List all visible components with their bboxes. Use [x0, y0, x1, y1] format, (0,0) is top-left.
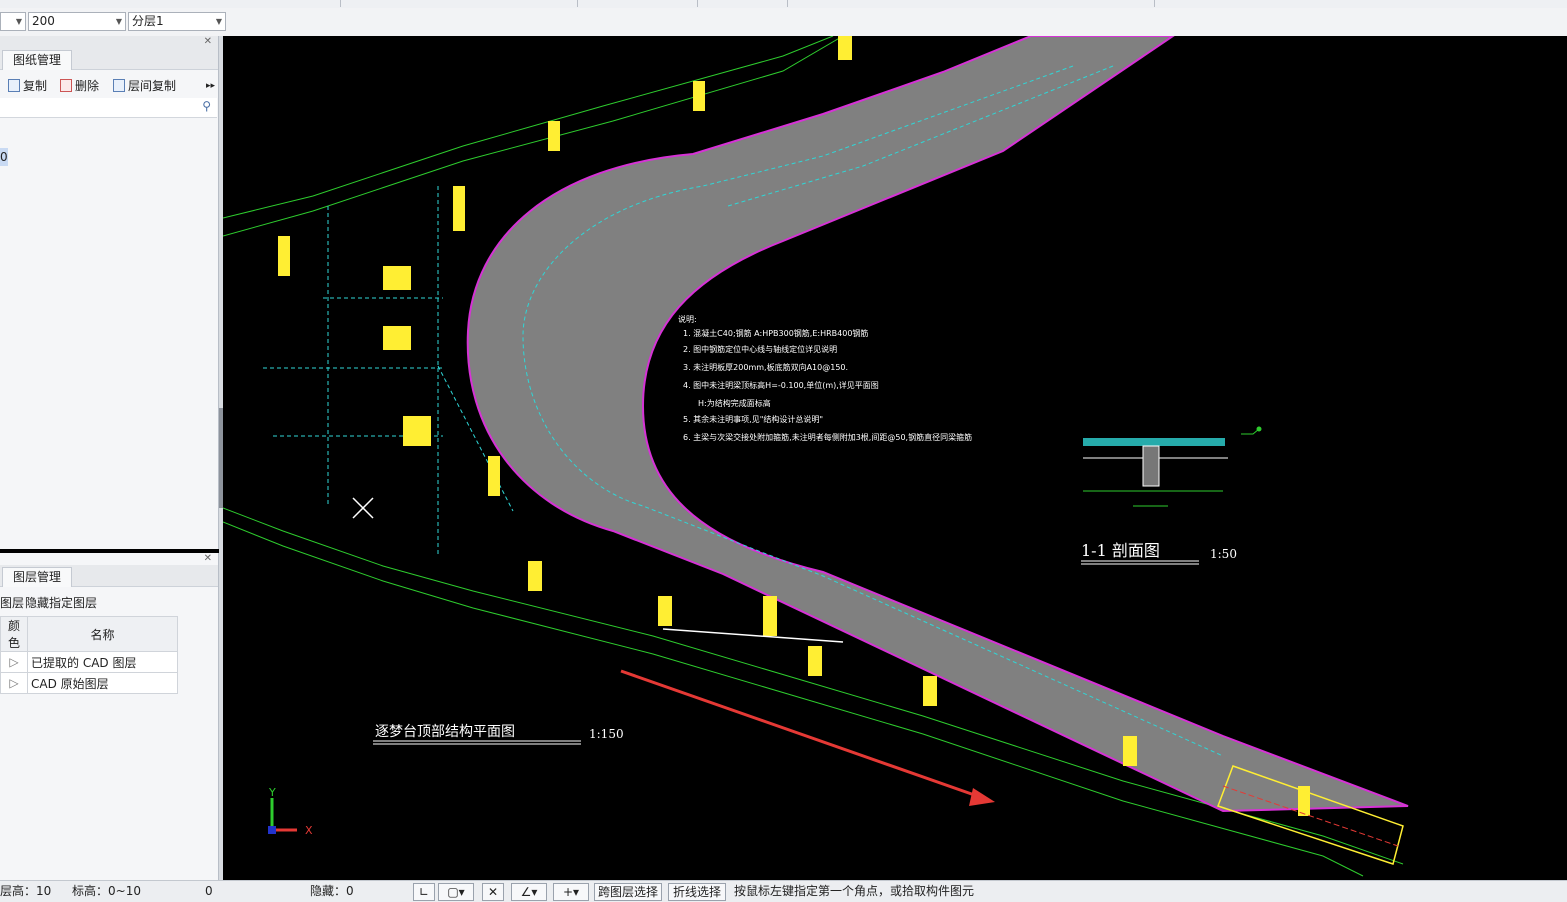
- command-hint: 按鼠标左键指定第一个角点，或拾取构件图元: [734, 884, 975, 898]
- expand-icon[interactable]: ▷: [0, 672, 28, 694]
- cross-icon[interactable]: ✕: [482, 883, 504, 901]
- plan-title-block: 逐梦台顶部结构平面图 1:150: [373, 724, 624, 745]
- layer-table: 颜色 名称 ▷ 已提取的 CAD 图层 ▷ CAD 原始图层: [0, 616, 178, 694]
- chevron-down-icon: ▼: [15, 17, 22, 26]
- floor-copy-icon: [113, 79, 125, 92]
- chevron-down-icon: ▼: [215, 17, 222, 26]
- tab-drawing-management[interactable]: 图纸管理: [2, 50, 73, 70]
- floor-height: 层高：10: [0, 884, 52, 898]
- copy-icon: [8, 79, 20, 92]
- general-notes: 说明: 1. 混凝土C40;钢筋 A:HPB300钢筋,E:HRB400钢筋 2…: [678, 314, 972, 442]
- cad-canvas[interactable]: 说明: 1. 混凝土C40;钢筋 A:HPB300钢筋,E:HRB400钢筋 2…: [223, 36, 1567, 880]
- copy-button[interactable]: 复制: [8, 78, 47, 94]
- section-detail: 1-1 剖面图 1:50: [1081, 426, 1262, 565]
- drawing-svg[interactable]: 说明: 1. 混凝土C40;钢筋 A:HPB300钢筋,E:HRB400钢筋 2…: [223, 36, 1567, 880]
- col-color: 颜色: [0, 616, 28, 652]
- thickness-value: 200: [32, 14, 55, 28]
- layer-combo[interactable]: 分层1 ▼: [128, 12, 226, 31]
- more-icon[interactable]: ▸▸: [206, 78, 215, 94]
- tab-layer-management[interactable]: 图层管理: [2, 567, 73, 587]
- thickness-combo[interactable]: 200 ▼: [28, 12, 126, 31]
- close-icon[interactable]: ✕: [204, 36, 212, 47]
- note-line: 1. 混凝土C40;钢筋 A:HPB300钢筋,E:HRB400钢筋: [683, 328, 868, 338]
- layer-name: CAD 原始图层: [27, 672, 178, 694]
- layer-name: 已提取的 CAD 图层: [27, 651, 178, 673]
- layer-value: 分层1: [132, 14, 164, 28]
- axis-x-label: X: [305, 824, 313, 837]
- expand-icon[interactable]: ▷: [0, 651, 28, 673]
- table-row[interactable]: ▷ CAD 原始图层: [0, 672, 178, 694]
- snap-icon[interactable]: ▢▾: [438, 883, 474, 901]
- cross-layer-select-button[interactable]: 跨图层选择: [594, 883, 662, 901]
- floor-combo[interactable]: ▼: [0, 12, 26, 31]
- hidden-count: 隐藏：0: [310, 884, 354, 898]
- elevation-range: 标高：0~10: [72, 884, 141, 898]
- dynamic-input-icon[interactable]: +▾: [553, 883, 589, 901]
- ucs-axes-icon: Y X: [268, 786, 313, 837]
- axis-y-label: Y: [268, 786, 276, 799]
- plan-title: 逐梦台顶部结构平面图: [375, 724, 515, 740]
- status-bar: 层高：10 标高：0~10 0 隐藏：0 ∟ ▢▾ ✕ ∠▾ +▾ 跨图层选择 …: [0, 880, 1567, 902]
- layer-actions[interactable]: 图层: [0, 595, 24, 611]
- search-input[interactable]: ⚲: [0, 98, 217, 118]
- note-line: 6. 主梁与次梁交接处附加箍筋,未注明者每侧附加3根,间距@50,钢筋直径同梁箍…: [683, 432, 972, 442]
- note-line: H:为结构完成面标高: [698, 398, 771, 408]
- red-arrow: [620, 669, 995, 806]
- note-line: 说明:: [678, 314, 697, 324]
- plan-scale: 1:150: [589, 727, 624, 741]
- note-line: 4. 图中未注明梁顶标高H=-0.100,单位(m),详见平面图: [683, 380, 879, 390]
- cursor-cross-icon: [352, 497, 374, 519]
- tree-item-selected[interactable]: 0: [0, 148, 8, 166]
- ortho-icon[interactable]: ∟: [413, 883, 435, 901]
- note-line: 5. 其余未注明事项,见"结构设计总说明": [683, 414, 823, 424]
- col-name: 名称: [27, 616, 178, 652]
- table-row[interactable]: ▷ 已提取的 CAD 图层: [0, 651, 178, 673]
- slab-outline: [466, 36, 1409, 813]
- polyline-select-button[interactable]: 折线选择: [668, 883, 726, 901]
- section-title: 1-1 剖面图: [1081, 541, 1160, 560]
- status-zero: 0: [205, 884, 213, 898]
- drawing-management-panel: ✕ 图纸管理 复制 删除 层间复制 ▸▸ ⚲ 0: [0, 36, 219, 549]
- floor-copy-button[interactable]: 层间复制: [113, 78, 176, 94]
- rubber-band-line: [662, 628, 844, 643]
- delete-button[interactable]: 删除: [60, 78, 99, 94]
- note-line: 3. 未注明板厚200mm,板底筋双向A10@150.: [683, 362, 848, 372]
- chevron-down-icon: ▼: [115, 17, 122, 26]
- search-icon[interactable]: ⚲: [202, 99, 211, 113]
- note-line: 2. 图中钢筋定位中心线与轴线定位详见说明: [683, 344, 837, 354]
- property-toolbar: ▼ 200 ▼ 分层1 ▼: [0, 8, 1567, 37]
- layer-management-panel: ✕ 图层管理 图层 隐藏指定图层 颜色 名称 ▷ 已提取的 CAD 图层 ▷ C…: [0, 553, 219, 880]
- hide-layer-button[interactable]: 隐藏指定图层: [25, 595, 97, 611]
- section-scale: 1:50: [1210, 547, 1237, 561]
- close-icon[interactable]: ✕: [204, 553, 212, 564]
- delete-icon: [60, 79, 72, 92]
- angle-icon[interactable]: ∠▾: [511, 883, 547, 901]
